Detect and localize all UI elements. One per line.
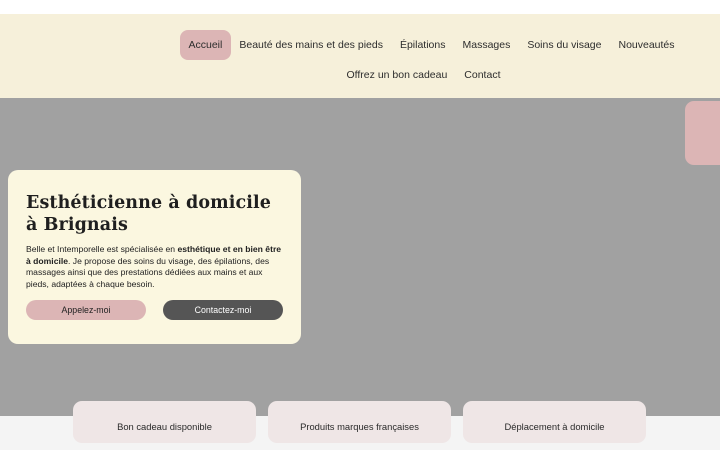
hero-description: Belle et Intemporelle est spécialisée en… <box>26 244 283 290</box>
nav-item-contact[interactable]: Contact <box>456 60 509 90</box>
feature-gift-card: Bon cadeau disponible <box>73 401 256 443</box>
nav-item-nouveautes[interactable]: Nouveautés <box>610 30 683 60</box>
nav-item-massages[interactable]: Massages <box>454 30 519 60</box>
side-floating-tab[interactable] <box>685 101 720 165</box>
main-nav-row-1: Accueil Beauté des mains et des pieds Ép… <box>180 30 683 60</box>
feature-french-brands: Produits marques françaises <box>268 401 451 443</box>
top-strip <box>0 0 720 14</box>
call-button[interactable]: Appelez-moi <box>26 300 146 320</box>
nav-item-soins-visage[interactable]: Soins du visage <box>519 30 610 60</box>
nav-item-beaute-mains-pieds[interactable]: Beauté des mains et des pieds <box>231 30 392 60</box>
main-nav-row-2: Offrez un bon cadeau Contact <box>338 60 509 90</box>
contact-button[interactable]: Contactez-moi <box>163 300 283 320</box>
nav-item-accueil[interactable]: Accueil <box>180 30 231 60</box>
feature-home-visit: Déplacement à domicile <box>463 401 646 443</box>
site-header: Accueil Beauté des mains et des pieds Ép… <box>0 14 720 98</box>
hero-title: Esthéticienne à domicile à Brignais <box>26 193 271 235</box>
nav-item-epilations[interactable]: Épilations <box>391 30 454 60</box>
hero-description-part-1: Belle et Intemporelle est spécialisée en <box>26 244 178 254</box>
nav-item-bon-cadeau[interactable]: Offrez un bon cadeau <box>338 60 456 90</box>
hero-card: Esthéticienne à domicile à Brignais Bell… <box>8 170 301 344</box>
